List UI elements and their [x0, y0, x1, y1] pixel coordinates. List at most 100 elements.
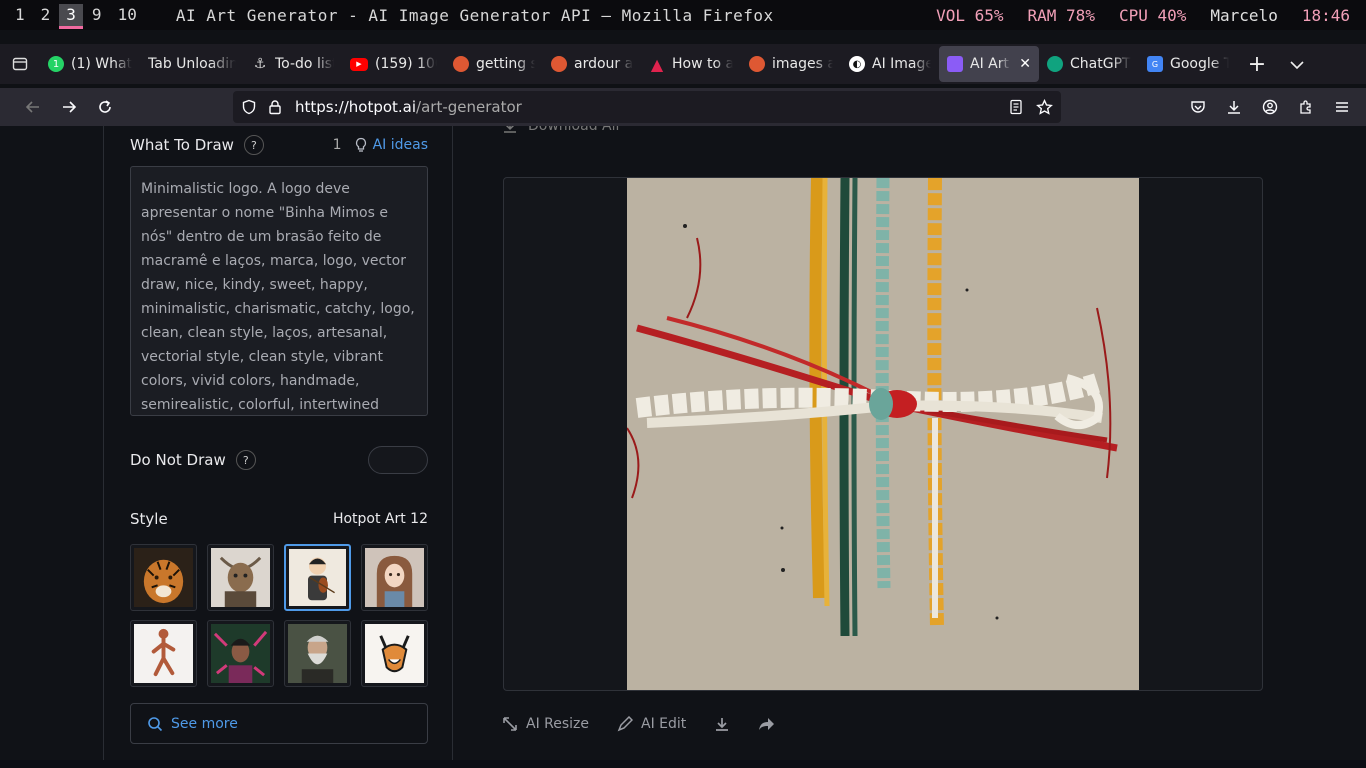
close-tab-icon[interactable]: ✕ [1019, 56, 1031, 72]
url-path: /art-generator [416, 98, 522, 116]
arrow-left-icon [25, 101, 39, 113]
what-to-draw-label: What To Draw [130, 136, 234, 154]
old-man-image [288, 624, 347, 683]
violinist-image [289, 549, 346, 606]
duckduckgo-icon [749, 56, 765, 72]
prompt-textarea[interactable]: Minimalistic logo. A logo deve apresenta… [130, 166, 428, 416]
hotpot-icon: ◐ [849, 56, 865, 72]
search-icon [148, 716, 163, 731]
lock-icon[interactable] [267, 99, 283, 115]
system-bar: 1 2 3 9 10 AI Art Generator - AI Image G… [0, 0, 1366, 30]
whatsapp-icon: 1 [48, 56, 64, 72]
generated-image-frame [503, 177, 1263, 691]
workspace-10[interactable]: 10 [111, 4, 144, 26]
do-not-draw-toggle[interactable] [368, 446, 428, 474]
url-bar[interactable]: https://hotpot.ai/art-generator [233, 91, 1061, 123]
account-icon [1262, 99, 1278, 115]
back-button[interactable] [15, 89, 51, 125]
workspace-9[interactable]: 9 [85, 4, 109, 26]
chevron-down-icon [1290, 60, 1304, 69]
pocket-button[interactable] [1180, 89, 1216, 125]
bookmark-star-icon[interactable] [1036, 98, 1053, 116]
cpu-status: CPU 40% [1118, 5, 1187, 25]
chatgpt-icon [1047, 56, 1063, 72]
lightbulb-icon [355, 137, 366, 152]
mannequin-image [134, 624, 193, 683]
duckduckgo-icon [453, 56, 469, 72]
tab-images[interactable]: images a [741, 46, 841, 82]
tab-strip: 1(1) WhatsApp Tab Unloading ⚓To-do list … [0, 44, 1366, 84]
clock: 18:46 [1301, 5, 1350, 25]
youtube-icon: ▶ [350, 57, 368, 71]
robot-bull-image [211, 548, 270, 607]
forward-button[interactable] [51, 89, 87, 125]
ai-edit-button[interactable]: AI Edit [617, 716, 686, 732]
style-thumb-anime-girl[interactable] [361, 544, 428, 611]
tab-whatsapp[interactable]: 1(1) WhatsApp [40, 46, 140, 82]
do-not-draw-label: Do Not Draw [130, 451, 226, 469]
style-thumb-robot-bull[interactable] [207, 544, 274, 611]
pocket-icon [1191, 101, 1205, 113]
help-icon[interactable]: ? [235, 450, 256, 470]
ram-status: RAM 78% [1027, 5, 1095, 25]
style-label: Style [130, 510, 168, 528]
ai-resize-button[interactable]: AI Resize [502, 716, 589, 732]
style-thumb-cyber-woman[interactable] [207, 620, 274, 687]
download-all-button[interactable]: Download All [502, 126, 619, 134]
share-button[interactable] [758, 716, 776, 732]
menu-button[interactable] [1324, 89, 1360, 125]
resize-icon [503, 717, 517, 731]
list-tabs-button[interactable] [1277, 55, 1317, 74]
reload-button[interactable] [87, 89, 123, 125]
tiger-image [134, 548, 193, 607]
tab-unloading[interactable]: Tab Unloading [140, 46, 244, 82]
workspace-3[interactable]: 3 [59, 4, 83, 29]
tab-youtube[interactable]: ▶ (159) 100 [342, 46, 445, 82]
downloads-button[interactable] [1216, 89, 1252, 125]
workspace-1[interactable]: 1 [8, 4, 32, 26]
help-icon[interactable]: ? [243, 135, 264, 155]
download-icon [1228, 101, 1240, 114]
page-content: What To Draw ? 1 AI ideas Minimalistic l… [0, 126, 1366, 760]
extensions-button[interactable] [1288, 89, 1324, 125]
download-image-button[interactable] [714, 716, 730, 732]
style-thumb-violinist[interactable] [284, 544, 351, 611]
anime-girl-image [365, 548, 424, 607]
ai-ideas-button[interactable]: AI ideas [354, 137, 428, 153]
tab-ai-art-generator[interactable]: AI Art G✕ [939, 46, 1039, 82]
anchor-icon: ⚓ [253, 56, 267, 72]
pencil-icon [617, 716, 634, 732]
hamburger-icon [1336, 102, 1348, 112]
tab-ai-image[interactable]: ◐ AI Image [841, 46, 939, 82]
style-grid [130, 544, 428, 687]
window-title: AI Art Generator - AI Image Generator AP… [175, 5, 774, 25]
navigation-bar: https://hotpot.ai/art-generator [0, 88, 1366, 126]
workspace-2[interactable]: 2 [34, 4, 58, 26]
account-button[interactable] [1252, 89, 1288, 125]
style-thumb-fox-logo[interactable] [361, 620, 428, 687]
cyber-woman-image [211, 624, 270, 683]
shield-icon[interactable] [241, 99, 257, 115]
tab-getting[interactable]: getting s [445, 46, 543, 82]
tab-chatgpt[interactable]: ChatGPT [1039, 46, 1139, 82]
style-thumb-tiger[interactable] [130, 544, 197, 611]
reader-view-icon[interactable] [1008, 99, 1024, 115]
tab-how-to[interactable]: ▲ How to a [641, 46, 741, 82]
firefox-view-button[interactable] [0, 44, 40, 84]
see-more-button[interactable]: See more [130, 703, 428, 744]
fox-logo-image [365, 624, 424, 683]
tab-todo[interactable]: ⚓ To-do list [244, 46, 342, 82]
arch-icon: ▲ [650, 54, 664, 74]
tab-google-translate[interactable]: G Google T [1139, 46, 1237, 82]
new-tab-button[interactable]: + [1237, 52, 1277, 77]
style-thumb-mannequin[interactable] [130, 620, 197, 687]
workspace-switcher[interactable]: 1 2 3 9 10 [8, 4, 146, 29]
generated-image[interactable] [627, 178, 1139, 690]
firefox-view-icon [12, 57, 28, 71]
duckduckgo-icon [551, 56, 567, 72]
style-thumb-old-man[interactable] [284, 620, 351, 687]
hotpot-icon [947, 56, 963, 72]
arrow-right-icon [63, 101, 77, 113]
tab-ardour[interactable]: ardour ac [543, 46, 641, 82]
prompt-count: 1 [332, 137, 342, 153]
